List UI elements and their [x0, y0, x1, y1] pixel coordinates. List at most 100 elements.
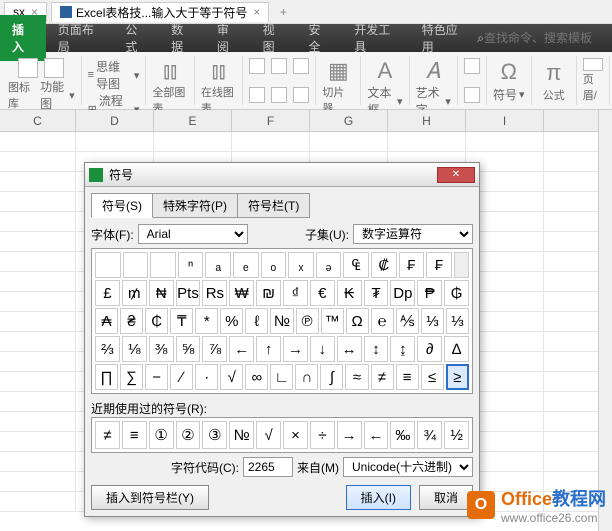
- symbol-cell[interactable]: Ω: [346, 308, 369, 334]
- ribbon-tab-security[interactable]: 安全: [296, 15, 342, 61]
- ribbon-tab-formula[interactable]: 公式: [113, 15, 159, 61]
- symbol-cell[interactable]: ⅝: [176, 336, 201, 362]
- symbol-cell[interactable]: *: [195, 308, 218, 334]
- mini-icon6[interactable]: [293, 87, 309, 103]
- cell[interactable]: [0, 372, 76, 391]
- symbol-cell[interactable]: ₣: [399, 252, 425, 278]
- symbol-cell[interactable]: ⅞: [202, 336, 227, 362]
- cell[interactable]: [0, 172, 76, 191]
- symbol-cell[interactable]: ₔ: [316, 252, 342, 278]
- cell[interactable]: [0, 452, 76, 471]
- symbol-cell[interactable]: %: [220, 308, 243, 334]
- symbol-cell[interactable]: ₵: [145, 308, 168, 334]
- dlg-tab-symbols[interactable]: 符号(S): [91, 193, 153, 218]
- cell[interactable]: [0, 192, 76, 211]
- ribbon-tab-data[interactable]: 数据: [159, 15, 205, 61]
- cell[interactable]: [154, 132, 232, 151]
- symbol-cell[interactable]: ≥: [446, 364, 469, 390]
- from-select[interactable]: Unicode(十六进制): [343, 457, 473, 477]
- ribbon-tab-review[interactable]: 审阅: [205, 15, 251, 61]
- cancel-button[interactable]: 取消: [419, 485, 473, 510]
- cell[interactable]: [0, 132, 76, 151]
- mindmap-label[interactable]: ≡ 思维导图 ▾: [88, 58, 140, 92]
- recent-symbol-cell[interactable]: √: [256, 421, 281, 449]
- symbol-cell[interactable]: ∏: [95, 364, 118, 390]
- pi-icon[interactable]: π: [538, 58, 570, 87]
- symbol-cell[interactable]: ₫: [283, 280, 308, 306]
- mini-icon3[interactable]: [293, 58, 309, 74]
- recent-symbol-cell[interactable]: ≠: [95, 421, 120, 449]
- symbol-cell[interactable]: ℗: [296, 308, 319, 334]
- recent-symbol-cell[interactable]: ≡: [122, 421, 147, 449]
- cell[interactable]: [0, 492, 76, 511]
- symbol-cell[interactable]: ↓: [310, 336, 335, 362]
- ribbon-tab-view[interactable]: 视图: [251, 15, 297, 61]
- symbol-cell[interactable]: ₒ: [261, 252, 287, 278]
- symbol-cell[interactable]: ≈: [345, 364, 368, 390]
- symbol-cell[interactable]: →: [283, 336, 308, 362]
- online-chart-icon[interactable]: ⫾⫾: [203, 58, 235, 84]
- col-I[interactable]: I: [466, 110, 544, 131]
- cell[interactable]: [388, 132, 466, 151]
- recent-symbol-cell[interactable]: ×: [283, 421, 308, 449]
- col-D[interactable]: D: [76, 110, 154, 131]
- symbol-cell[interactable]: ₡: [371, 252, 397, 278]
- symbol-cell[interactable]: ⅔: [95, 336, 120, 362]
- font-select[interactable]: Arial: [138, 224, 248, 244]
- col-H[interactable]: H: [388, 110, 466, 131]
- symbol-cell[interactable]: ₳: [95, 308, 118, 334]
- symbol-cell[interactable]: ⅜: [149, 336, 174, 362]
- symbol-cell[interactable]: ≠: [371, 364, 394, 390]
- recent-symbol-cell[interactable]: →: [337, 421, 362, 449]
- recent-symbol-cell[interactable]: ←: [364, 421, 389, 449]
- symbol-cell[interactable]: −: [145, 364, 168, 390]
- symbol-cell[interactable]: ≤: [421, 364, 444, 390]
- recent-symbol-cell[interactable]: ¾: [417, 421, 442, 449]
- symbol-cell[interactable]: ₥: [122, 280, 147, 306]
- symbol-cell[interactable]: ₮: [364, 280, 389, 306]
- symbol-cell[interactable]: ∕: [170, 364, 193, 390]
- symbol-cell[interactable]: ₭: [337, 280, 362, 306]
- recent-symbol-cell[interactable]: ½: [444, 421, 469, 449]
- char-code-input[interactable]: [243, 457, 293, 477]
- cell[interactable]: [0, 412, 76, 431]
- symbol-cell[interactable]: ™: [321, 308, 344, 334]
- symbol-cell[interactable]: ↔: [337, 336, 362, 362]
- symbol-cell[interactable]: ₑ: [233, 252, 259, 278]
- obj-icon2[interactable]: [464, 87, 480, 103]
- symbol-cell[interactable]: ≡: [396, 364, 419, 390]
- symbol-cell[interactable]: ₩: [229, 280, 254, 306]
- mini-icon2[interactable]: [271, 58, 287, 74]
- bar-chart-icon[interactable]: ⫾⫾: [154, 58, 186, 84]
- search-input[interactable]: [484, 31, 604, 45]
- symbol-cell[interactable]: ₓ: [288, 252, 314, 278]
- symbol-cell[interactable]: ₸: [170, 308, 193, 334]
- symbol-cell[interactable]: ⅓: [446, 308, 469, 334]
- col-C[interactable]: C: [0, 110, 76, 131]
- recent-symbol-cell[interactable]: ①: [149, 421, 174, 449]
- cell[interactable]: [232, 132, 310, 151]
- symbol-cell[interactable]: ∩: [295, 364, 318, 390]
- textbox-icon[interactable]: A: [369, 58, 401, 84]
- symbol-scrollbar[interactable]: [454, 252, 469, 278]
- symbol-cell[interactable]: ℮: [371, 308, 394, 334]
- symbol-cell[interactable]: Pts: [176, 280, 201, 306]
- cell[interactable]: [0, 472, 76, 491]
- symbol-cell[interactable]: [95, 252, 121, 278]
- dlg-tab-special[interactable]: 特殊字符(P): [152, 193, 238, 218]
- mini-icon5[interactable]: [271, 87, 287, 103]
- symbol-cell[interactable]: [123, 252, 149, 278]
- dialog-close-button[interactable]: ✕: [437, 167, 475, 183]
- wordart-icon[interactable]: 𝐴: [417, 58, 449, 84]
- recent-symbol-cell[interactable]: №: [229, 421, 254, 449]
- symbol-cell[interactable]: ∙: [195, 364, 218, 390]
- symbol-cell[interactable]: №: [270, 308, 293, 334]
- symbol-cell[interactable]: ∫: [320, 364, 343, 390]
- cell[interactable]: [0, 152, 76, 171]
- insert-button[interactable]: 插入(I): [346, 485, 411, 510]
- cell[interactable]: [0, 352, 76, 371]
- subset-select[interactable]: 数字运算符: [353, 224, 473, 244]
- obj-icon1[interactable]: [464, 58, 480, 74]
- symbol-cell[interactable]: ₴: [120, 308, 143, 334]
- symbol-cell[interactable]: ∆: [444, 336, 469, 362]
